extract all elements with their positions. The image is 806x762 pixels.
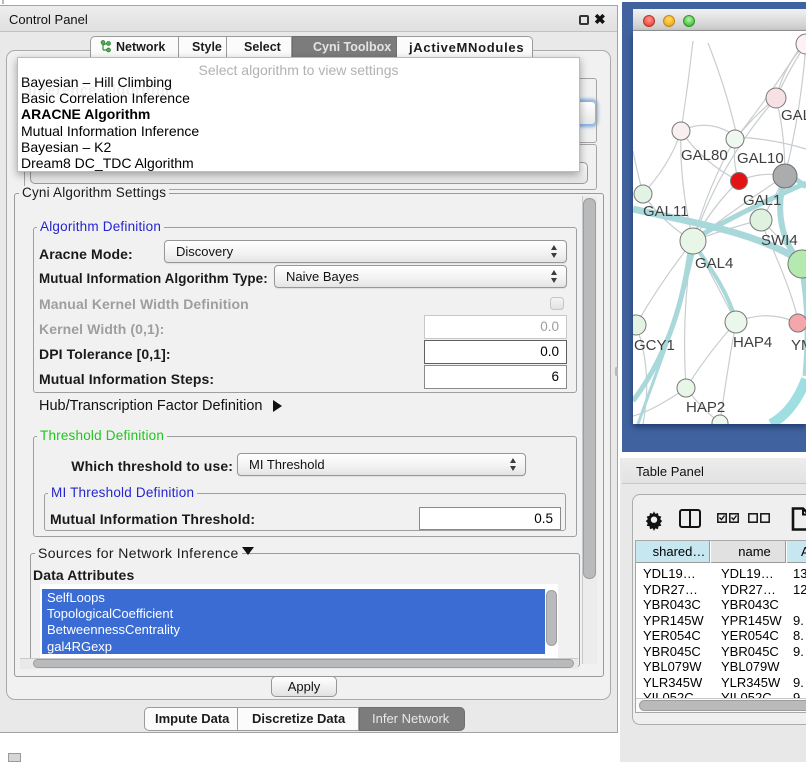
svg-text:GAL80: GAL80 [681,147,728,164]
svg-text:YM: YM [791,337,806,354]
svg-text:GAL10: GAL10 [737,150,784,167]
svg-text:HAP2: HAP2 [686,399,725,416]
svg-text:GAL2: GAL2 [781,107,806,124]
svg-text:GAL11: GAL11 [643,203,689,220]
svg-text:GCY1: GCY1 [634,337,675,354]
svg-text:SWI4: SWI4 [761,232,798,249]
svg-text:GAL1: GAL1 [743,192,781,209]
svg-text:GAL4: GAL4 [695,255,733,272]
svg-text:HAP4: HAP4 [733,334,772,351]
